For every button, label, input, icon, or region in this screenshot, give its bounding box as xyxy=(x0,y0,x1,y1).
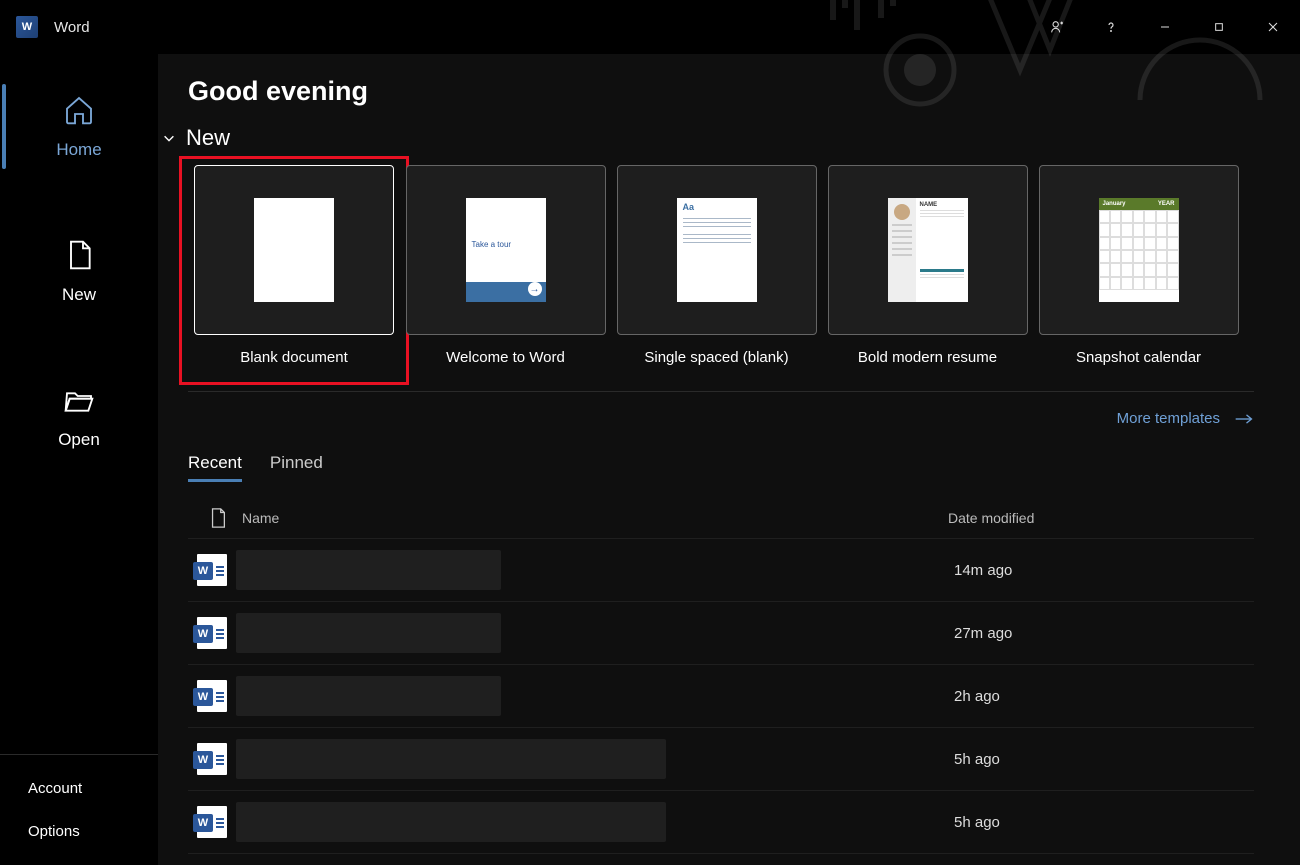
more-templates-link[interactable]: More templates xyxy=(1117,410,1254,427)
column-date: Date modified xyxy=(948,510,1248,526)
template-welcome-to-word[interactable]: Take a tour→ Welcome to Word xyxy=(400,165,611,373)
file-row[interactable]: 2h ago xyxy=(188,664,1254,727)
redacted-filename xyxy=(236,613,501,653)
word-document-icon xyxy=(197,554,227,586)
file-date: 27m ago xyxy=(954,625,1254,642)
redacted-filename xyxy=(236,550,501,590)
file-date: 14m ago xyxy=(954,562,1254,579)
sidebar-item-new[interactable]: New xyxy=(0,199,158,344)
calendar-thumbnail: JanuaryYEAR xyxy=(1099,198,1179,302)
tab-recent[interactable]: Recent xyxy=(188,453,242,482)
app-title: Word xyxy=(54,19,90,36)
file-row[interactable]: 27m ago xyxy=(188,601,1254,664)
sidebar-item-label: Home xyxy=(56,140,101,160)
word-app-icon xyxy=(16,16,38,38)
folder-open-icon xyxy=(63,384,95,416)
file-tabs: Recent Pinned xyxy=(188,453,1254,482)
template-blank-document[interactable]: Blank document xyxy=(188,165,400,376)
sidebar-item-home[interactable]: Home xyxy=(0,54,158,199)
highlight-box: Blank document xyxy=(179,156,409,385)
account-signin-button[interactable] xyxy=(1030,0,1084,54)
more-templates-label: More templates xyxy=(1117,410,1220,427)
sidebar-options[interactable]: Options xyxy=(0,810,158,853)
word-document-icon xyxy=(197,743,227,775)
file-date: 5h ago xyxy=(954,814,1254,831)
welcome-thumbnail: Take a tour→ xyxy=(466,198,546,302)
template-snapshot-calendar[interactable]: JanuaryYEAR Snapshot calendar xyxy=(1033,165,1244,373)
minimize-button[interactable] xyxy=(1138,0,1192,54)
file-row[interactable]: 7h ago xyxy=(188,853,1254,865)
arrow-right-icon xyxy=(1234,412,1254,426)
resume-thumbnail: NAME xyxy=(888,198,968,302)
titlebar: Word xyxy=(0,0,1300,54)
sidebar-item-label: New xyxy=(62,285,96,305)
word-document-icon xyxy=(197,806,227,838)
template-single-spaced[interactable]: Aa Single spaced (blank) xyxy=(611,165,822,373)
redacted-filename xyxy=(236,739,666,779)
home-icon xyxy=(63,94,95,126)
template-label: Single spaced (blank) xyxy=(644,349,788,366)
word-document-icon xyxy=(197,680,227,712)
new-section-header[interactable]: New xyxy=(162,125,1254,151)
template-label: Bold modern resume xyxy=(858,349,997,366)
file-date: 2h ago xyxy=(954,688,1254,705)
column-name: Name xyxy=(242,510,948,526)
close-button[interactable] xyxy=(1246,0,1300,54)
template-label: Snapshot calendar xyxy=(1076,349,1201,366)
word-document-icon xyxy=(197,617,227,649)
template-bold-modern-resume[interactable]: NAME Bold modern resume xyxy=(822,165,1033,373)
document-icon xyxy=(209,508,227,528)
maximize-button[interactable] xyxy=(1192,0,1246,54)
redacted-filename xyxy=(236,676,501,716)
section-title: New xyxy=(186,125,230,151)
tab-pinned[interactable]: Pinned xyxy=(270,453,323,482)
file-list-header: Name Date modified xyxy=(188,498,1254,538)
file-row[interactable]: 5h ago xyxy=(188,790,1254,853)
blank-page-thumbnail xyxy=(254,198,334,302)
sidebar: Home New Open Account Options xyxy=(0,54,158,865)
sidebar-item-label: Open xyxy=(58,430,100,450)
single-spaced-thumbnail: Aa xyxy=(677,198,757,302)
file-date: 5h ago xyxy=(954,751,1254,768)
greeting-heading: Good evening xyxy=(188,76,1254,107)
help-button[interactable] xyxy=(1084,0,1138,54)
new-document-icon xyxy=(63,239,95,271)
file-row[interactable]: 5h ago xyxy=(188,727,1254,790)
sidebar-item-open[interactable]: Open xyxy=(0,344,158,489)
sidebar-account[interactable]: Account xyxy=(0,767,158,810)
main-content: Good evening New Blank document Take a t… xyxy=(158,54,1300,865)
file-row[interactable]: 14m ago xyxy=(188,538,1254,601)
file-list: 14m ago 27m ago 2h ago 5h ago 5h ago 7h ago xyxy=(188,538,1254,865)
chevron-down-icon xyxy=(162,131,176,145)
redacted-filename xyxy=(236,802,666,842)
template-gallery: Blank document Take a tour→ Welcome to W… xyxy=(188,165,1254,392)
template-label: Blank document xyxy=(240,349,348,366)
template-label: Welcome to Word xyxy=(446,349,565,366)
